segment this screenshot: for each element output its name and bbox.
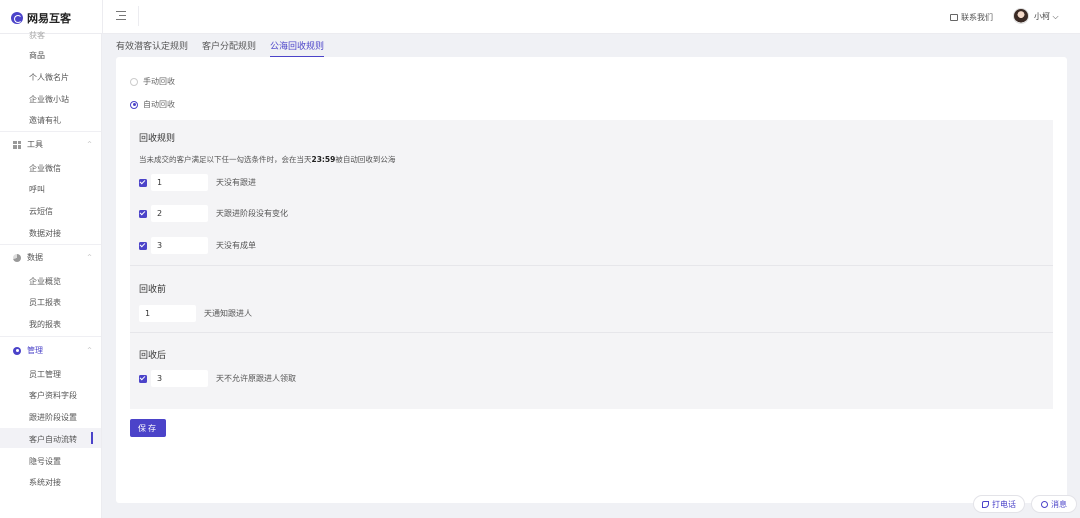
rule-tabs: 有效潜客认定规则 客户分配规则 公海回收规则 xyxy=(116,39,325,57)
condition-row-no-followup: 1 天没有跟进 xyxy=(139,174,256,191)
days-input-stage-unchanged[interactable]: 2 xyxy=(151,205,208,222)
top-bar: 网易互客 联系我们 小柯 ⌵ xyxy=(0,0,1080,34)
sidebar-item-staff-report[interactable]: 员工报表 xyxy=(29,297,61,308)
chat-icon xyxy=(950,14,958,21)
sidebar-item-partial[interactable]: 获客 xyxy=(29,30,45,41)
checkbox-checked[interactable] xyxy=(139,178,147,187)
tab-pool-recycle-rule[interactable]: 公海回收规则 xyxy=(270,39,325,57)
sidebar-group-manage-label: 管理 xyxy=(27,346,43,355)
toggle-divider xyxy=(138,6,139,26)
condition-label: 天没有成单 xyxy=(216,241,256,250)
brand-divider xyxy=(102,0,103,34)
days-input-no-deal[interactable]: 3 xyxy=(151,237,208,254)
gear-icon xyxy=(13,346,21,355)
days-input-notify[interactable]: 1 xyxy=(139,305,196,322)
condition-row-no-deal: 3 天没有成单 xyxy=(139,237,256,254)
message-button[interactable]: 消息 xyxy=(1031,495,1077,513)
sidebar-item-wecom[interactable]: 企业微信 xyxy=(29,163,61,174)
section-title-after-recycle: 回收后 xyxy=(139,351,167,361)
days-input-no-reclaim[interactable]: 3 xyxy=(151,370,208,387)
save-button[interactable]: 保存 xyxy=(130,419,166,437)
avatar xyxy=(1013,8,1029,24)
sidebar-group-data-label: 数据 xyxy=(27,253,43,262)
days-input-no-followup[interactable]: 1 xyxy=(151,174,208,191)
grid-icon xyxy=(13,140,21,149)
condition-row-no-reclaim: 3 天不允许原跟进人领取 xyxy=(139,370,296,387)
condition-row-stage-unchanged: 2 天跟进阶段没有变化 xyxy=(139,205,288,222)
recycle-rule-box: 回收规则 当未成交的客户满足以下任一勾选条件时，会在当天23:59被自动回收到公… xyxy=(130,120,1053,409)
sidebar-item-call[interactable]: 呼叫 xyxy=(29,184,45,195)
checkbox-checked[interactable] xyxy=(139,241,147,250)
sidebar-group-tools[interactable]: 工具 ^ xyxy=(13,139,93,150)
main-panel: 手动回收 自动回收 回收规则 当未成交的客户满足以下任一勾选条件时，会在当天23… xyxy=(116,57,1067,503)
desc-suffix: 被自动回收到公海 xyxy=(335,155,396,164)
sidebar-item-customer-fields[interactable]: 客户资料字段 xyxy=(29,390,77,401)
section-divider xyxy=(130,265,1053,266)
sidebar-item-stage-settings[interactable]: 跟进阶段设置 xyxy=(29,412,77,423)
sidebar-item-hidden-number[interactable]: 隐号设置 xyxy=(29,456,61,467)
sidebar-item-data-integration[interactable]: 数据对接 xyxy=(29,228,61,239)
sidebar-group-manage[interactable]: 管理 ^ xyxy=(13,345,93,356)
sidebar-item-mini-site[interactable]: 企业微小站 xyxy=(29,94,69,105)
sidebar-divider xyxy=(0,336,101,337)
condition-label: 天不允许原跟进人领取 xyxy=(216,374,296,383)
radio-manual-label: 手动回收 xyxy=(143,77,175,86)
notify-label: 天通知跟进人 xyxy=(204,309,252,318)
tab-assignment-rule[interactable]: 客户分配规则 xyxy=(202,39,256,57)
sidebar-divider xyxy=(0,244,101,245)
radio-auto-recycle[interactable]: 自动回收 xyxy=(130,99,175,110)
user-name: 小柯 ⌵ xyxy=(1034,11,1059,21)
section-title-recycle-rule: 回收规则 xyxy=(139,134,176,144)
recycle-rule-description: 当未成交的客户满足以下任一勾选条件时，会在当天23:59被自动回收到公海 xyxy=(139,154,395,165)
sidebar-divider xyxy=(0,131,101,132)
contact-us-label: 联系我们 xyxy=(961,13,993,22)
brand[interactable]: 网易互客 xyxy=(11,10,71,26)
brand-logo-icon xyxy=(11,12,23,24)
sidebar-item-my-report[interactable]: 我的报表 xyxy=(29,319,61,330)
section-title-before-recycle: 回收前 xyxy=(139,285,167,295)
section-divider xyxy=(130,332,1053,333)
notify-row: 1 天通知跟进人 xyxy=(139,305,252,322)
checkbox-checked[interactable] xyxy=(139,209,147,218)
radio-manual-recycle[interactable]: 手动回收 xyxy=(130,76,175,87)
sidebar-item-staff-manage[interactable]: 员工管理 xyxy=(29,369,61,380)
sidebar: 获客 商品 个人微名片 企业微小站 邀请有礼 工具 ^ 企业微信 呼叫 云短信 … xyxy=(0,31,102,518)
radio-auto-label: 自动回收 xyxy=(143,100,175,109)
menu-collapse-icon[interactable] xyxy=(116,11,126,20)
sidebar-item-sms[interactable]: 云短信 xyxy=(29,206,53,217)
sidebar-selected-indicator xyxy=(91,432,93,444)
sidebar-group-tools-label: 工具 xyxy=(27,140,43,149)
radio-icon xyxy=(130,77,138,86)
sidebar-item-products[interactable]: 商品 xyxy=(29,50,45,61)
message-icon xyxy=(1041,500,1048,508)
sidebar-item-invite[interactable]: 邀请有礼 xyxy=(29,115,61,126)
checkbox-checked[interactable] xyxy=(139,374,147,383)
sidebar-item-auto-flow[interactable]: 客户自动流转 xyxy=(29,434,77,445)
call-button[interactable]: 打电话 xyxy=(973,495,1025,513)
sidebar-item-overview[interactable]: 企业概览 xyxy=(29,276,61,287)
call-label: 打电话 xyxy=(992,499,1016,509)
condition-label: 天跟进阶段没有变化 xyxy=(216,209,288,218)
phone-icon xyxy=(982,500,989,508)
sidebar-item-system-integration[interactable]: 系统对接 xyxy=(29,477,61,488)
desc-time: 23:59 xyxy=(311,155,336,164)
radio-selected-icon xyxy=(130,100,138,109)
user-menu[interactable]: 小柯 ⌵ xyxy=(1013,8,1059,24)
chevron-up-icon: ^ xyxy=(87,141,93,148)
sidebar-group-data[interactable]: 数据 ^ xyxy=(13,252,93,263)
contact-us-link[interactable]: 联系我们 xyxy=(950,12,993,23)
pie-chart-icon xyxy=(13,253,21,262)
message-label: 消息 xyxy=(1051,499,1067,509)
brand-name: 网易互客 xyxy=(27,12,71,25)
tab-valid-lead-rule[interactable]: 有效潜客认定规则 xyxy=(116,39,188,57)
condition-label: 天没有跟进 xyxy=(216,178,256,187)
chevron-up-icon: ^ xyxy=(87,254,93,261)
sidebar-item-personal-card[interactable]: 个人微名片 xyxy=(29,72,69,83)
desc-prefix: 当未成交的客户满足以下任一勾选条件时，会在当天 xyxy=(139,155,312,164)
chevron-up-icon: ^ xyxy=(87,347,93,354)
